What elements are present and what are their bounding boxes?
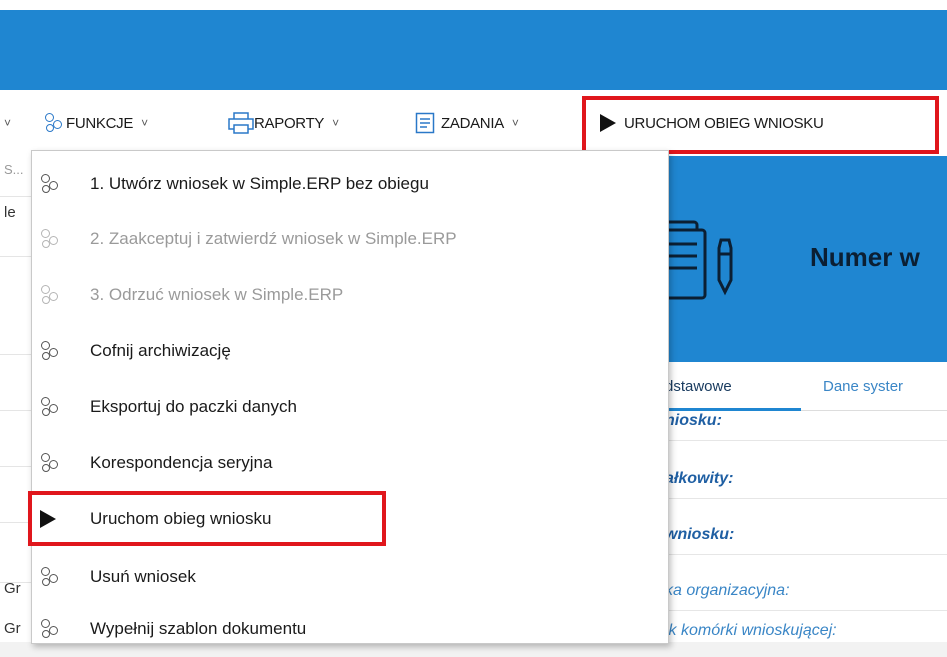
menu-item-label: 1. Utwórz wniosek w Simple.ERP bez obieg… bbox=[90, 174, 429, 193]
list-row: Gr bbox=[0, 580, 32, 612]
task-list-icon bbox=[415, 112, 435, 134]
cogs-icon bbox=[40, 397, 62, 417]
list-fragment: le bbox=[4, 204, 16, 221]
cogs-icon bbox=[40, 619, 62, 639]
menu-item-zaakceptuj[interactable]: 2. Zaakceptuj i zatwierdź wniosek w Simp… bbox=[32, 211, 668, 267]
menu-item-label: Cofnij archiwizację bbox=[90, 341, 231, 360]
zadania-label: ZADANIA bbox=[441, 114, 504, 132]
raporty-label: RAPORTY bbox=[254, 114, 325, 132]
highlight-toolbar-uruchom bbox=[582, 96, 939, 154]
tab-podstawowe[interactable]: dstawowe bbox=[665, 378, 732, 395]
field-label: ik komórki wnioskującej: bbox=[665, 622, 837, 639]
cogs-icon bbox=[40, 285, 62, 305]
divider bbox=[665, 554, 947, 555]
header-blue-band bbox=[0, 10, 947, 90]
menu-item-korespondencja[interactable]: Korespondencja seryjna bbox=[32, 435, 668, 491]
background-list: S... le Gr Gr bbox=[0, 156, 32, 642]
menu-item-cofnij-archiwizacje[interactable]: Cofnij archiwizację bbox=[32, 323, 668, 379]
menu-item-label: Korespondencja seryjna bbox=[90, 453, 273, 472]
chevron-down-icon: ˅ bbox=[4, 116, 12, 130]
raporty-menu-button[interactable]: RAPORTY ˅ bbox=[228, 108, 339, 138]
highlight-menu-uruchom bbox=[28, 491, 386, 546]
menu-item-label: Wypełnij szablon dokumentu bbox=[90, 619, 307, 638]
chevron-down-icon: ˅ bbox=[141, 116, 149, 130]
cogs-icon bbox=[40, 174, 62, 194]
page-title: Numer w bbox=[810, 242, 920, 272]
field-label: wniosku: bbox=[665, 526, 735, 543]
list-row bbox=[0, 354, 32, 411]
menu-item-usun[interactable]: Usuń wniosek bbox=[32, 549, 668, 605]
divider bbox=[665, 610, 947, 611]
field-label: ka organizacyjna: bbox=[665, 582, 790, 599]
panel-tabs: dstawowe Dane syster bbox=[665, 362, 947, 411]
menu-item-wypelnij-szablon[interactable]: Wypełnij szablon dokumentu bbox=[32, 601, 668, 657]
panel-header: Numer w bbox=[649, 156, 947, 362]
menu-item-odrzuc[interactable]: 3. Odrzuć wniosek w Simple.ERP bbox=[32, 267, 668, 323]
zadania-menu-button[interactable]: ZADANIA ˅ bbox=[415, 108, 519, 138]
list-row bbox=[0, 256, 32, 355]
field-label: ałkowity: bbox=[665, 470, 734, 487]
chevron-down-icon: ˅ bbox=[332, 116, 340, 130]
menu-item-label: 3. Odrzuć wniosek w Simple.ERP bbox=[90, 285, 344, 304]
list-row: le bbox=[0, 196, 32, 257]
list-row: S... bbox=[0, 156, 32, 197]
app-header bbox=[0, 0, 947, 90]
menu-item-label: Eksportuj do paczki danych bbox=[90, 397, 297, 416]
cogs-icon bbox=[40, 229, 62, 249]
funkcje-dropdown-menu: 1. Utwórz wniosek w Simple.ERP bez obieg… bbox=[31, 150, 669, 644]
menu-item-utworz[interactable]: 1. Utwórz wniosek w Simple.ERP bez obieg… bbox=[32, 156, 668, 212]
cogs-icon bbox=[44, 113, 66, 133]
divider bbox=[665, 440, 947, 441]
list-fragment: S... bbox=[4, 162, 24, 177]
cogs-icon bbox=[40, 341, 62, 361]
funkcje-label: FUNKCJE bbox=[66, 114, 134, 132]
menu-item-label: Usuń wniosek bbox=[90, 567, 196, 586]
list-fragment: Gr bbox=[4, 620, 21, 637]
list-row bbox=[0, 410, 32, 467]
list-fragment: Gr bbox=[4, 580, 21, 597]
menu-item-eksportuj[interactable]: Eksportuj do paczki danych bbox=[32, 379, 668, 435]
divider bbox=[665, 498, 947, 499]
tab-dane-systemowe[interactable]: Dane syster bbox=[823, 378, 903, 395]
cogs-icon bbox=[40, 567, 62, 587]
active-tab-indicator bbox=[665, 408, 801, 411]
list-row: Gr bbox=[0, 612, 32, 642]
menu-item-label: 2. Zaakceptuj i zatwierdź wniosek w Simp… bbox=[90, 229, 457, 248]
field-label: niosku: bbox=[665, 412, 722, 429]
toolbar-overflow-chevron[interactable]: ˅ bbox=[4, 108, 11, 138]
request-detail-panel: Numer w dstawowe Dane syster niosku: ałk… bbox=[649, 156, 947, 642]
cogs-icon bbox=[40, 453, 62, 473]
funkcje-menu-button[interactable]: FUNKCJE ˅ bbox=[44, 108, 148, 138]
chevron-down-icon: ˅ bbox=[511, 116, 519, 130]
printer-icon bbox=[228, 112, 254, 134]
